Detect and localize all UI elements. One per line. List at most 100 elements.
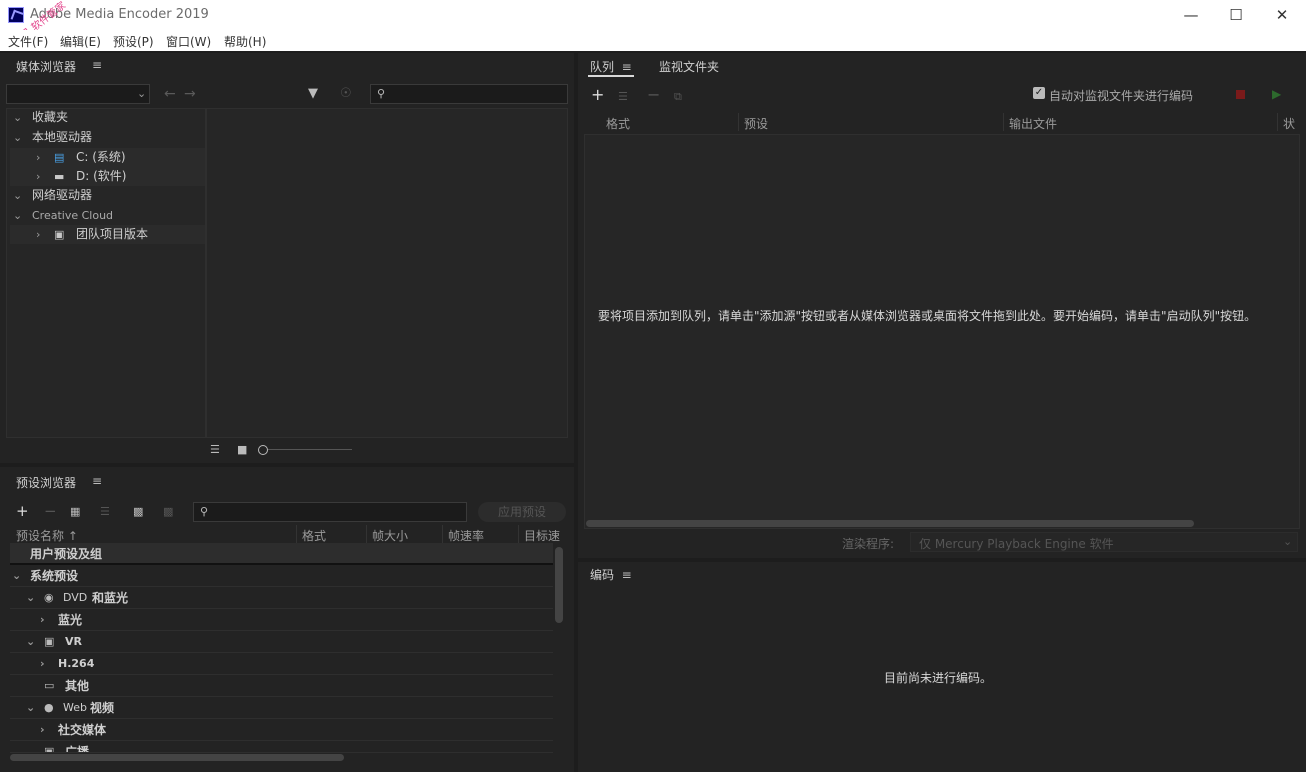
preset-horizontal-scrollbar[interactable] (10, 754, 344, 761)
queue-panel: 队列 ≡ 监视文件夹 + ☰ − ⧉ ✓ 自动对监视文件夹进行编码 ▶ 格式 预… (578, 53, 1306, 558)
menu-window[interactable]: 窗口(W) (166, 33, 211, 50)
chevron-right-icon: › (40, 723, 45, 736)
chevron-down-icon: ⌄ (13, 111, 23, 124)
renderer-value: 仅 Mercury Playback Engine 软件 (919, 537, 1114, 551)
thumbnail-view-icon[interactable]: ■ (237, 444, 247, 456)
duplicate-icon[interactable]: ⧉ (674, 91, 682, 103)
column-divider (366, 525, 367, 543)
preset-row-h264[interactable]: › H.264 (10, 653, 553, 675)
col-format[interactable]: 格式 (302, 527, 326, 544)
add-source-icon[interactable]: + (591, 87, 604, 103)
tree-item-network-drives[interactable]: ⌄ 网络驱动器 (10, 186, 205, 205)
chevron-right-icon: › (36, 151, 41, 164)
col-target-rate[interactable]: 目标速 (524, 527, 560, 544)
col-output-file[interactable]: 输出文件 (1009, 115, 1057, 132)
preset-row-user-presets[interactable]: 用户预设及组 (10, 543, 553, 565)
menu-help[interactable]: 帮助(H) (224, 33, 266, 50)
media-browser-panel: 媒体浏览器 ≡ ⌄ ← → ▼ ☉ ⚲ ⌄ 收藏夹 ⌄ 本地驱动器 › ▤ C:… (0, 53, 574, 463)
preset-row-vr[interactable]: ⌄ ▣ VR (10, 631, 553, 653)
media-search-input[interactable]: ⚲ (370, 84, 568, 104)
remove-icon[interactable]: − (647, 87, 660, 103)
chevron-down-icon: ⌄ (26, 591, 36, 604)
preset-search-input[interactable]: ⚲ (193, 502, 467, 522)
title-bar: Adobe Media Encoder 2019 — ☐ ✕ (0, 0, 1306, 30)
location-dropdown[interactable]: ⌄ (6, 84, 150, 104)
disc-icon: ◉ (44, 591, 54, 604)
column-divider (1277, 113, 1278, 131)
chevron-down-icon: ⌄ (26, 701, 36, 714)
maximize-button[interactable]: ☐ (1222, 4, 1250, 26)
auto-encode-checkbox[interactable]: ✓ (1033, 87, 1045, 99)
menu-edit[interactable]: 编辑(E) (60, 33, 101, 50)
close-button[interactable]: ✕ (1268, 4, 1296, 26)
monitor-icon: ▭ (44, 679, 55, 692)
apply-preset-button[interactable]: 应用预设 (478, 502, 566, 522)
import-preset-icon[interactable]: ▩ (133, 506, 143, 518)
start-queue-icon[interactable]: ▶ (1272, 88, 1281, 100)
col-format[interactable]: 格式 (606, 115, 630, 132)
new-group-icon[interactable]: ▦ (70, 506, 80, 518)
renderer-dropdown[interactable]: 仅 Mercury Playback Engine 软件 ⌄ (910, 532, 1298, 552)
tree-item-local-drives[interactable]: ⌄ 本地驱动器 (10, 128, 205, 147)
tree-item-favorites[interactable]: ⌄ 收藏夹 (10, 108, 205, 127)
preset-settings-icon[interactable]: ☰ (100, 506, 110, 518)
col-frame-size[interactable]: 帧大小 (372, 527, 408, 544)
filter-icon[interactable]: ▼ (308, 87, 318, 100)
view-icon[interactable]: ☉ (340, 87, 352, 100)
chevron-right-icon: › (36, 170, 41, 183)
stop-queue-icon[interactable] (1236, 90, 1245, 99)
menu-file[interactable]: 文件(F) (8, 33, 48, 50)
tab-watch-folders[interactable]: 监视文件夹 (659, 58, 719, 75)
queue-empty-message: 要将项目添加到队列，请单击"添加源"按钮或者从媒体浏览器或桌面将文件拖到此处。要… (598, 309, 1257, 323)
column-divider (518, 525, 519, 543)
globe-icon: ● (44, 701, 54, 714)
encoding-panel: 编码 ≡ 目前尚未进行编码。 (578, 562, 1306, 772)
tree-item-team-projects[interactable]: › ▣ 团队项目版本 (10, 225, 205, 244)
zoom-slider-handle[interactable] (258, 445, 268, 455)
export-preset-icon[interactable]: ▩ (163, 506, 173, 518)
add-preset-icon[interactable]: + (16, 504, 29, 519)
search-icon: ⚲ (377, 87, 386, 100)
chevron-down-icon: ⌄ (26, 635, 36, 648)
preset-row-broadcast[interactable]: ⌄ ▣ 广播 (10, 741, 553, 753)
chevron-right-icon: › (36, 228, 41, 241)
vr-headset-icon: ▣ (44, 635, 55, 648)
panel-menu-icon[interactable]: ≡ (618, 568, 632, 582)
preset-row-social-media[interactable]: › 社交媒体 (10, 719, 553, 741)
preset-row-web-video[interactable]: ⌄ ● Web 视频 (10, 697, 553, 719)
tab-encoding[interactable]: 编码 ≡ (590, 566, 632, 583)
zoom-slider-track[interactable] (268, 449, 352, 450)
tree-item-creative-cloud[interactable]: ⌄ Creative Cloud (10, 206, 205, 225)
renderer-label: 渲染程序: (842, 537, 895, 551)
back-arrow-icon[interactable]: ← (164, 87, 176, 101)
col-status[interactable]: 状 (1283, 115, 1295, 132)
panel-menu-icon[interactable]: ≡ (92, 474, 102, 488)
tree-item-drive-d[interactable]: › ▬ D: (软件) (10, 167, 205, 186)
queue-list[interactable] (584, 134, 1300, 529)
panel-menu-icon[interactable]: ≡ (618, 60, 632, 74)
menu-preset[interactable]: 预设(P) (113, 33, 154, 50)
menu-bar: 文件(F) 编辑(E) 预设(P) 窗口(W) 帮助(H) (0, 30, 1306, 51)
media-browser-title: 媒体浏览器 (16, 60, 77, 74)
preset-row-bluray[interactable]: › 蓝光 (10, 609, 553, 631)
team-project-icon: ▣ (54, 228, 65, 241)
tab-queue[interactable]: 队列 ≡ (590, 58, 632, 75)
minimize-button[interactable]: — (1177, 4, 1205, 26)
forward-arrow-icon[interactable]: → (184, 87, 196, 101)
preset-vertical-scrollbar[interactable] (555, 547, 563, 623)
column-divider (738, 113, 739, 131)
queue-settings-icon[interactable]: ☰ (618, 91, 628, 103)
list-view-icon[interactable]: ☰ (210, 444, 220, 456)
file-list (206, 108, 568, 438)
preset-row-system-presets[interactable]: ⌄ 系统预设 (10, 565, 553, 587)
col-frame-rate[interactable]: 帧速率 (448, 527, 484, 544)
preset-row-other[interactable]: ▭ 其他 (10, 675, 553, 697)
remove-preset-icon[interactable]: − (44, 504, 57, 519)
queue-horizontal-scrollbar[interactable] (586, 520, 1194, 527)
tree-item-drive-c[interactable]: › ▤ C: (系统) (10, 148, 205, 167)
panel-menu-icon[interactable]: ≡ (92, 58, 102, 72)
col-preset[interactable]: 预设 (744, 115, 768, 132)
chevron-right-icon: › (40, 657, 45, 670)
preset-row-dvd-bluray[interactable]: ⌄ ◉ DVD 和蓝光 (10, 587, 553, 609)
col-preset-name[interactable]: 预设名称 ↑ (16, 527, 78, 544)
